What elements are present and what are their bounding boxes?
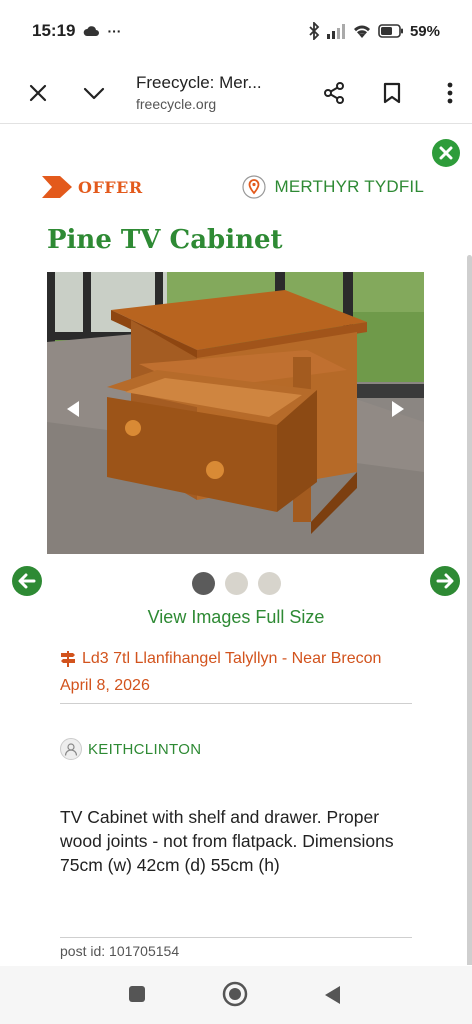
notification-dots: ···	[107, 23, 122, 39]
recents-icon	[129, 986, 145, 1002]
caret-left-icon	[67, 401, 79, 417]
user-avatar-icon	[60, 738, 82, 760]
post-id: post id: 101705154	[60, 943, 180, 959]
home-button[interactable]	[222, 981, 248, 1012]
signpost-icon	[61, 651, 75, 667]
bookmark-button[interactable]	[372, 73, 412, 113]
cloud-icon	[84, 26, 100, 36]
poster-user[interactable]: KEITHCLINTON	[60, 738, 201, 760]
image-dots	[192, 572, 281, 595]
bluetooth-icon	[309, 22, 320, 40]
page-title: Freecycle: Mer...	[136, 73, 262, 92]
listing-type: OFFER	[78, 177, 143, 197]
close-icon	[29, 84, 47, 101]
arrow-left-icon	[18, 573, 36, 589]
bookmark-icon	[383, 82, 401, 103]
pickup-location: Ld3 7tl Llanfihangel Talyllyn - Near Bre…	[60, 645, 412, 672]
next-listing-button[interactable]	[430, 566, 460, 596]
caret-right-icon	[392, 401, 404, 417]
listing-description: TV Cabinet with shelf and drawer. Proper…	[60, 807, 394, 875]
group-location-label: MERTHYR TYDFIL	[274, 177, 424, 196]
arrow-right-icon	[436, 573, 454, 589]
listing-date: April 8, 2026	[60, 677, 150, 694]
page-content: OFFER MERTHYR TYDFIL Pine TV Cabinet Vie…	[0, 125, 472, 965]
pickup-location-text: Ld3 7tl Llanfihangel Talyllyn - Near Bre…	[82, 650, 382, 667]
collapse-button[interactable]	[74, 73, 114, 113]
status-bar: 15:19 ··· 59%	[0, 0, 472, 62]
image-dot-3[interactable]	[258, 572, 281, 595]
share-icon	[324, 81, 344, 104]
page-title-block[interactable]: Freecycle: Mer... freecycle.org	[136, 73, 296, 112]
signal-icon	[326, 24, 345, 39]
offer-badge: OFFER	[42, 176, 143, 198]
status-left: 15:19 ···	[32, 21, 121, 41]
system-nav-bar	[0, 966, 472, 1024]
browser-toolbar: Freecycle: Mer... freecycle.org	[0, 62, 472, 124]
image-dot-2[interactable]	[225, 572, 248, 595]
group-location[interactable]: MERTHYR TYDFIL	[242, 175, 424, 199]
status-time: 15:19	[32, 21, 76, 40]
close-tab-button[interactable]	[18, 73, 58, 113]
battery-icon	[378, 24, 403, 38]
cabinet-photo	[47, 272, 424, 554]
view-full-size-link[interactable]: View Images Full Size	[0, 607, 472, 628]
previous-listing-button[interactable]	[12, 566, 42, 596]
more-vert-icon	[447, 82, 453, 103]
listing-meta: Ld3 7tl Llanfihangel Talyllyn - Near Bre…	[60, 645, 412, 704]
status-right: 59%	[308, 22, 440, 40]
chevron-down-icon	[83, 87, 105, 99]
share-button[interactable]	[314, 73, 354, 113]
home-icon	[222, 981, 248, 1007]
page-url: freecycle.org	[136, 96, 217, 112]
photo-prev-button[interactable]	[65, 400, 81, 423]
back-button[interactable]	[322, 984, 342, 1011]
listing-title: Pine TV Cabinet	[47, 225, 283, 255]
listing-header: OFFER MERTHYR TYDFIL	[42, 173, 424, 201]
image-dot-1[interactable]	[192, 572, 215, 595]
photo-next-button[interactable]	[390, 400, 406, 423]
listing-photo[interactable]	[47, 272, 424, 554]
close-listing-button[interactable]	[432, 139, 460, 167]
back-icon	[325, 986, 340, 1004]
battery-percent: 59%	[409, 22, 440, 40]
offer-chevron-icon	[42, 176, 72, 198]
wifi-icon	[353, 25, 370, 38]
recents-button[interactable]	[127, 984, 147, 1009]
divider	[60, 703, 412, 704]
poster-username: KEITHCLINTON	[88, 740, 202, 758]
close-icon	[439, 146, 453, 160]
more-options-button[interactable]	[430, 73, 470, 113]
divider	[60, 937, 412, 938]
post-id-block: post id: 101705154	[60, 937, 412, 959]
location-pin-icon	[242, 175, 267, 199]
scrollbar[interactable]	[467, 255, 472, 965]
